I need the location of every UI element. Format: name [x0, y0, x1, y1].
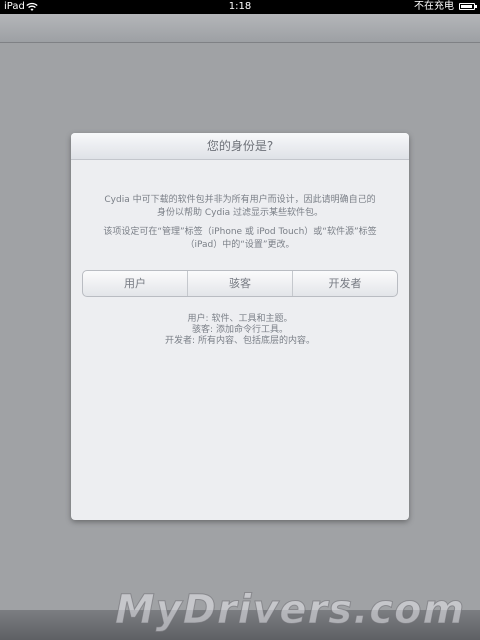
- dialog-title: 您的身份是?: [206, 139, 274, 153]
- hacker-option-button[interactable]: 骇客: [188, 271, 293, 296]
- user-option-button[interactable]: 用户: [83, 271, 188, 296]
- developer-option-button[interactable]: 开发者: [293, 271, 397, 296]
- dialog-settings-note: 该项设定可在“管理”标签（iPhone 或 iPod Touch）或“软件源”标…: [103, 227, 377, 250]
- user-description: 用户: 软件、工具和主题。: [187, 314, 293, 324]
- watermark: MyDrivers.com: [114, 587, 466, 634]
- hacker-description: 骇客: 添加命令行工具。: [192, 325, 288, 335]
- status-bar: iPad 1:18 不在充电: [0, 0, 480, 14]
- identity-dialog: 您的身份是? Cydia 中可下载的软件包并非为所有用户而设计，因此请明确自己的…: [71, 133, 409, 520]
- charging-status: 不在充电: [414, 1, 454, 12]
- status-time: 1:18: [228, 1, 252, 12]
- dialog-message: Cydia 中可下载的软件包并非为所有用户而设计，因此请明确自己的身份以帮助 C…: [104, 195, 376, 218]
- option-descriptions: 用户: 软件、工具和主题。 骇客: 添加命令行工具。 开发者: 所有内容、包括底…: [101, 314, 379, 347]
- developer-description: 开发者: 所有内容、包括底层的内容。: [165, 336, 315, 346]
- identity-segmented-control: 用户 骇客 开发者: [82, 270, 398, 297]
- background-app-header: [0, 14, 480, 43]
- battery-icon: [459, 3, 477, 10]
